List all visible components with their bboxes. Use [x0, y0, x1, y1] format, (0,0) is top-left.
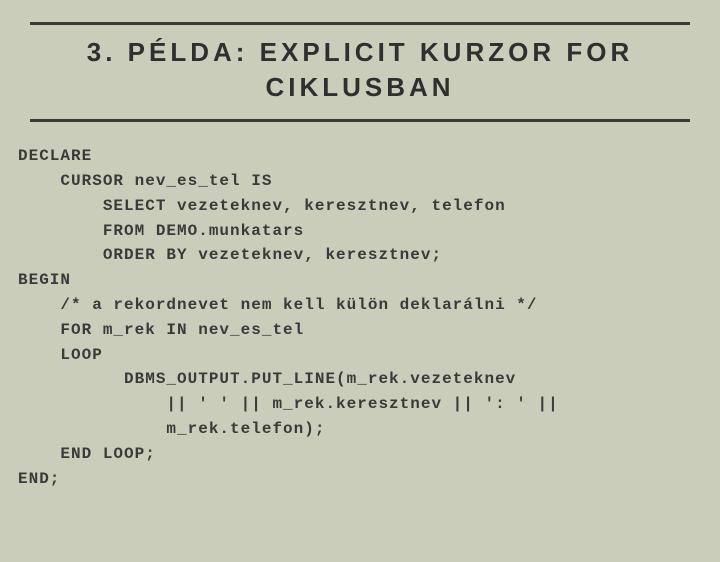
code-block: DECLARE CURSOR nev_es_tel IS SELECT veze… [0, 140, 720, 491]
slide-title: 3. PÉLDA: EXPLICIT KURZOR FOR CIKLUSBAN [30, 35, 690, 105]
title-bar: 3. PÉLDA: EXPLICIT KURZOR FOR CIKLUSBAN [30, 22, 690, 122]
